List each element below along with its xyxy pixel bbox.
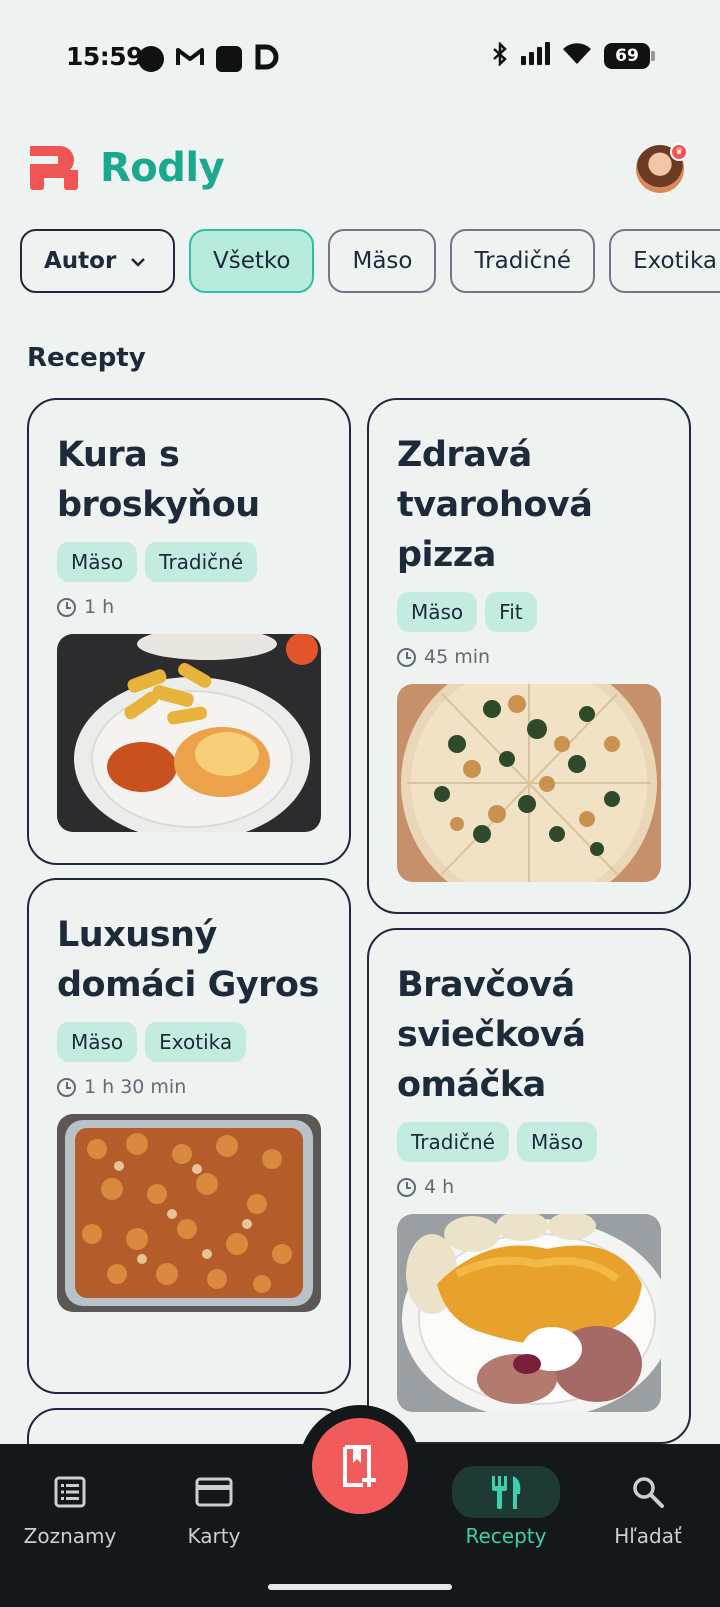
recipe-time-value: 4 h: [424, 1176, 455, 1198]
nav-item-zoznamy[interactable]: Zoznamy: [0, 1472, 140, 1548]
recipe-tags: Mäso Exotika: [57, 1022, 321, 1062]
rodly-logo-icon: [30, 146, 78, 190]
cutlery-icon: [452, 1466, 560, 1518]
nav-label: Recepty: [465, 1524, 547, 1548]
author-filter-label: Autor: [44, 248, 117, 274]
recipe-photo: [57, 1114, 321, 1312]
recipe-tags: Mäso Fit: [397, 592, 661, 632]
battery-icon: 69: [604, 43, 655, 69]
recipe-time: 1 h 30 min: [57, 1076, 321, 1098]
chip-exotika[interactable]: Exotika: [609, 229, 720, 293]
nav-label: Hľadať: [614, 1524, 682, 1548]
recipe-tags: Tradičné Mäso: [397, 1122, 661, 1162]
circle-icon: [138, 46, 164, 72]
crown-badge-icon: ♛: [670, 143, 688, 161]
chevron-down-icon: [130, 251, 146, 272]
recipe-photo: [397, 684, 661, 882]
recipe-card[interactable]: Zdravá tvarohová pizza Mäso Fit 45 min: [367, 398, 691, 914]
bluetooth-icon: [492, 40, 508, 70]
card-icon: [195, 1472, 233, 1512]
app-name: Rodly: [100, 145, 225, 191]
clock-icon: [397, 1177, 416, 1197]
chip-tradicne[interactable]: Tradičné: [450, 229, 596, 293]
chip-vsetko[interactable]: Všetko: [189, 229, 315, 293]
signal-icon: [520, 42, 550, 70]
recipe-tag: Exotika: [145, 1022, 247, 1062]
recipe-tag: Tradičné: [397, 1122, 509, 1162]
recipe-tag: Mäso: [57, 542, 138, 582]
status-bar: 15:59 69: [0, 0, 720, 116]
gmail-icon: [176, 45, 204, 74]
filter-chips: Autor Všetko Mäso Tradičné Exotika: [20, 229, 720, 297]
author-filter-dropdown[interactable]: Autor: [20, 229, 175, 293]
nav-item-recepty[interactable]: Recepty: [436, 1466, 576, 1548]
recipe-time-value: 45 min: [424, 646, 491, 668]
list-icon: [53, 1472, 87, 1512]
system-icons: 69: [492, 40, 655, 70]
recipe-photo: [397, 1214, 661, 1412]
recipe-tag: Mäso: [397, 592, 478, 632]
nav-label: Karty: [187, 1524, 241, 1548]
square-icon: [216, 46, 242, 72]
recipe-tag: Mäso: [57, 1022, 138, 1062]
recipe-time: 45 min: [397, 646, 661, 668]
nav-label: Zoznamy: [23, 1524, 117, 1548]
recipe-title: Bravčová sviečková omáčka: [397, 965, 586, 1105]
nav-item-karty[interactable]: Karty: [144, 1472, 284, 1548]
clock-icon: [397, 647, 416, 667]
add-recipe-icon: [343, 1445, 376, 1487]
chip-maso[interactable]: Mäso: [328, 229, 437, 293]
recipe-title: Kura s broskyňou: [57, 435, 260, 525]
recipe-title: Luxusný domáci Gyros: [57, 915, 319, 1005]
notification-icons: [138, 44, 280, 74]
recipe-tag: Fit: [485, 592, 537, 632]
recipe-tags: Mäso Tradičné: [57, 542, 321, 582]
home-indicator[interactable]: [268, 1584, 452, 1590]
recipe-card[interactable]: Kura s broskyňou Mäso Tradičné 1 h: [27, 398, 351, 865]
section-title: Recepty: [27, 343, 146, 373]
recipe-time-value: 1 h 30 min: [84, 1076, 187, 1098]
recipe-photo: [57, 634, 321, 832]
clock-icon: [57, 1077, 76, 1097]
avatar[interactable]: ♛: [636, 143, 688, 193]
recipe-tag: Tradičné: [145, 542, 258, 582]
status-time: 15:59: [66, 42, 144, 71]
d-app-icon: [254, 44, 280, 74]
recipe-time: 4 h: [397, 1176, 661, 1198]
app-logo: Rodly: [28, 144, 225, 192]
recipe-card[interactable]: Bravčová sviečková omáčka Tradičné Mäso …: [367, 928, 691, 1444]
search-icon: [631, 1472, 665, 1512]
nav-item-hladat[interactable]: Hľadať: [578, 1472, 718, 1548]
recipe-time-value: 1 h: [84, 596, 115, 618]
recipe-card[interactable]: Luxusný domáci Gyros Mäso Exotika 1 h 30…: [27, 878, 351, 1394]
wifi-icon: [562, 42, 592, 70]
clock-icon: [57, 597, 76, 617]
add-recipe-button[interactable]: [312, 1418, 408, 1514]
recipe-title: Zdravá tvarohová pizza: [397, 435, 593, 575]
recipe-tag: Mäso: [516, 1122, 598, 1162]
recipe-time: 1 h: [57, 596, 321, 618]
